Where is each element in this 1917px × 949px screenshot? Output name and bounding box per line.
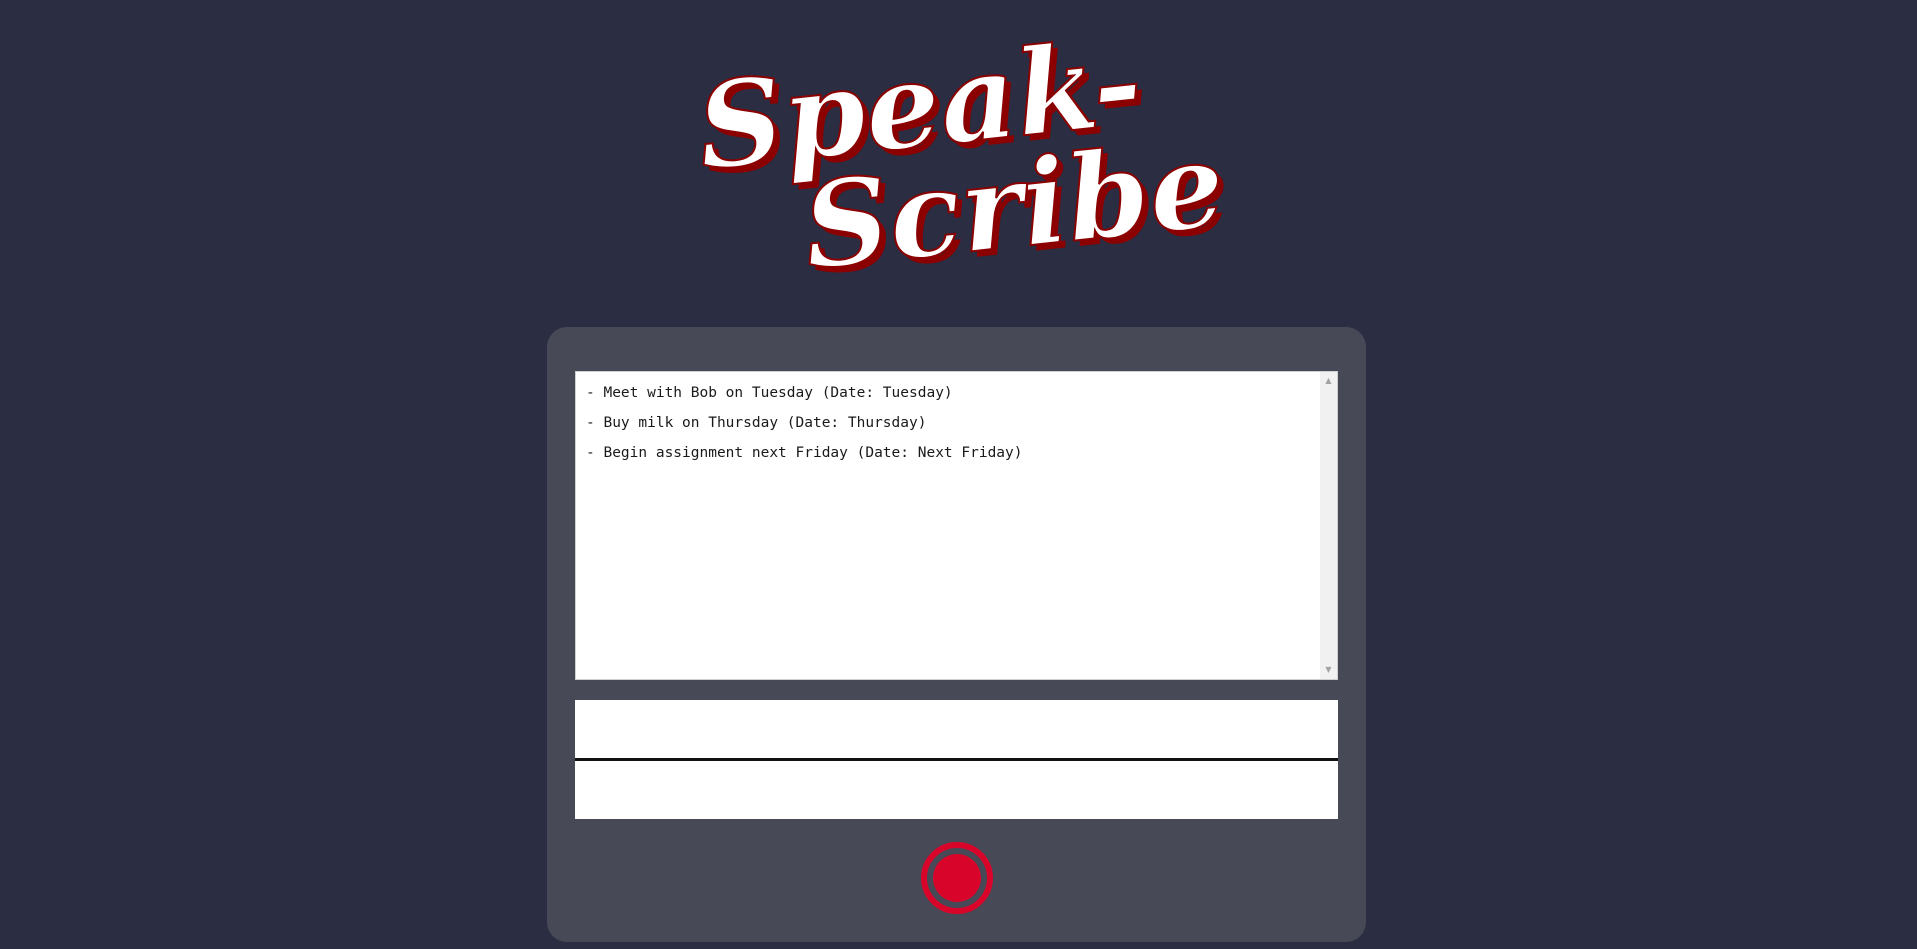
- logo-svg: Speak- Speak- Scribe Scribe: [690, 11, 1236, 302]
- record-icon: [933, 854, 981, 902]
- app-logo: Speak- Speak- Scribe Scribe: [690, 11, 1236, 302]
- scroll-down-arrow-icon[interactable]: ▼: [1320, 663, 1337, 677]
- transcript-scrollbar[interactable]: ▲ ▼: [1320, 372, 1337, 679]
- scroll-up-arrow-icon[interactable]: ▲: [1320, 374, 1337, 388]
- transcript-line: - Buy milk on Thursday (Date: Thursday): [586, 415, 927, 431]
- text-field-top[interactable]: [575, 700, 1338, 758]
- transcript-output[interactable]: - Meet with Bob on Tuesday (Date: Tuesda…: [575, 371, 1338, 680]
- main-panel: - Meet with Bob on Tuesday (Date: Tuesda…: [547, 327, 1366, 942]
- record-button[interactable]: [921, 842, 993, 914]
- transcript-line: - Begin assignment next Friday (Date: Ne…: [586, 445, 1023, 461]
- transcript-line: - Meet with Bob on Tuesday (Date: Tuesda…: [586, 385, 953, 401]
- text-field-bottom[interactable]: [575, 761, 1338, 819]
- transcript-lines: - Meet with Bob on Tuesday (Date: Tuesda…: [586, 384, 1023, 474]
